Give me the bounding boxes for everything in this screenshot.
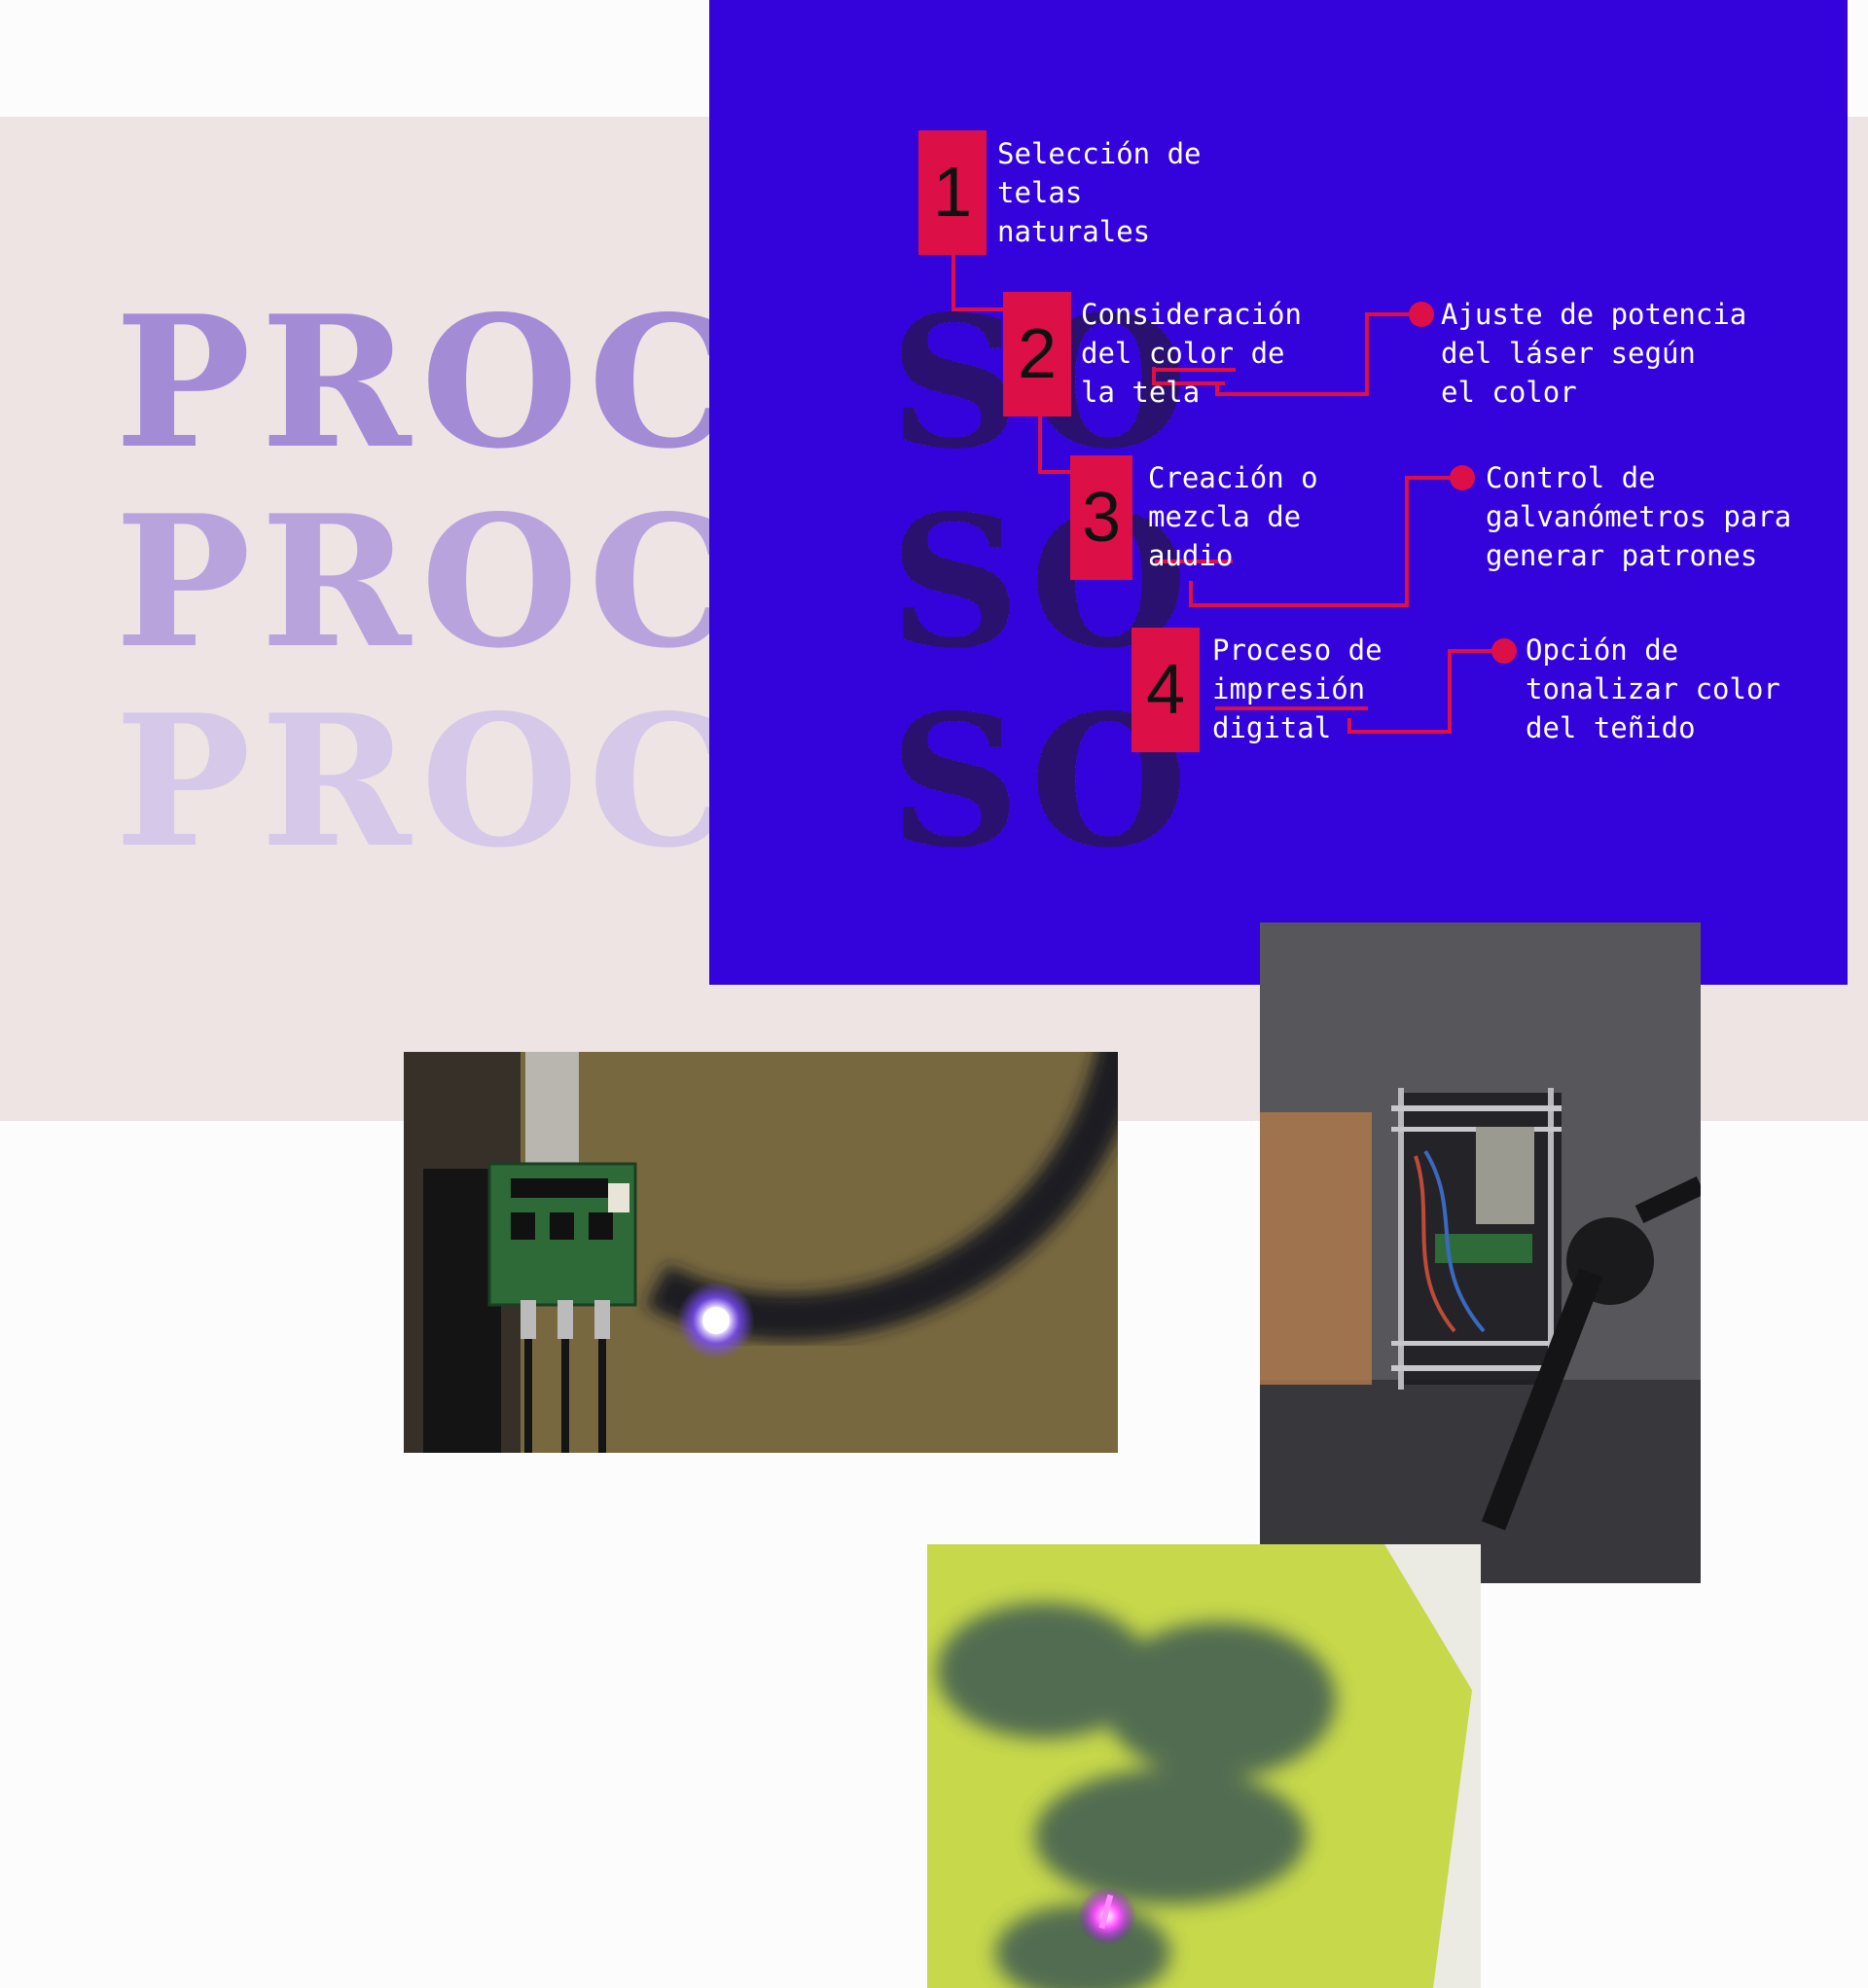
- detail-tint: Opción de tonalizar color del teñido: [1526, 633, 1780, 744]
- step-number-1: 1: [918, 130, 987, 255]
- step-4-text: Proceso de impresión digital: [1212, 633, 1383, 744]
- step-number-2: 2: [1003, 292, 1071, 416]
- step-1-text: Selección de telas naturales: [997, 137, 1202, 248]
- step-2-text: Consideración del color de la tela: [1081, 298, 1302, 409]
- step-number-3: 3: [1070, 455, 1132, 580]
- circuit-board-photo: [404, 1052, 1118, 1453]
- laser-device-photo: [1260, 922, 1701, 1583]
- dyed-fabric-photo: [927, 1544, 1481, 1988]
- detail-galvanometers: Control de galvanómetros para generar pa…: [1486, 461, 1792, 572]
- detail-laser-power: Ajuste de potencia del láser según el co…: [1441, 298, 1747, 409]
- circuit-board-icon: [404, 1052, 1118, 1453]
- step-3-text: Creación o mezcla de audio: [1148, 461, 1318, 572]
- step-number-4: 4: [1132, 628, 1200, 752]
- laser-device-icon: [1260, 922, 1701, 1583]
- dyed-fabric-icon: [927, 1544, 1481, 1988]
